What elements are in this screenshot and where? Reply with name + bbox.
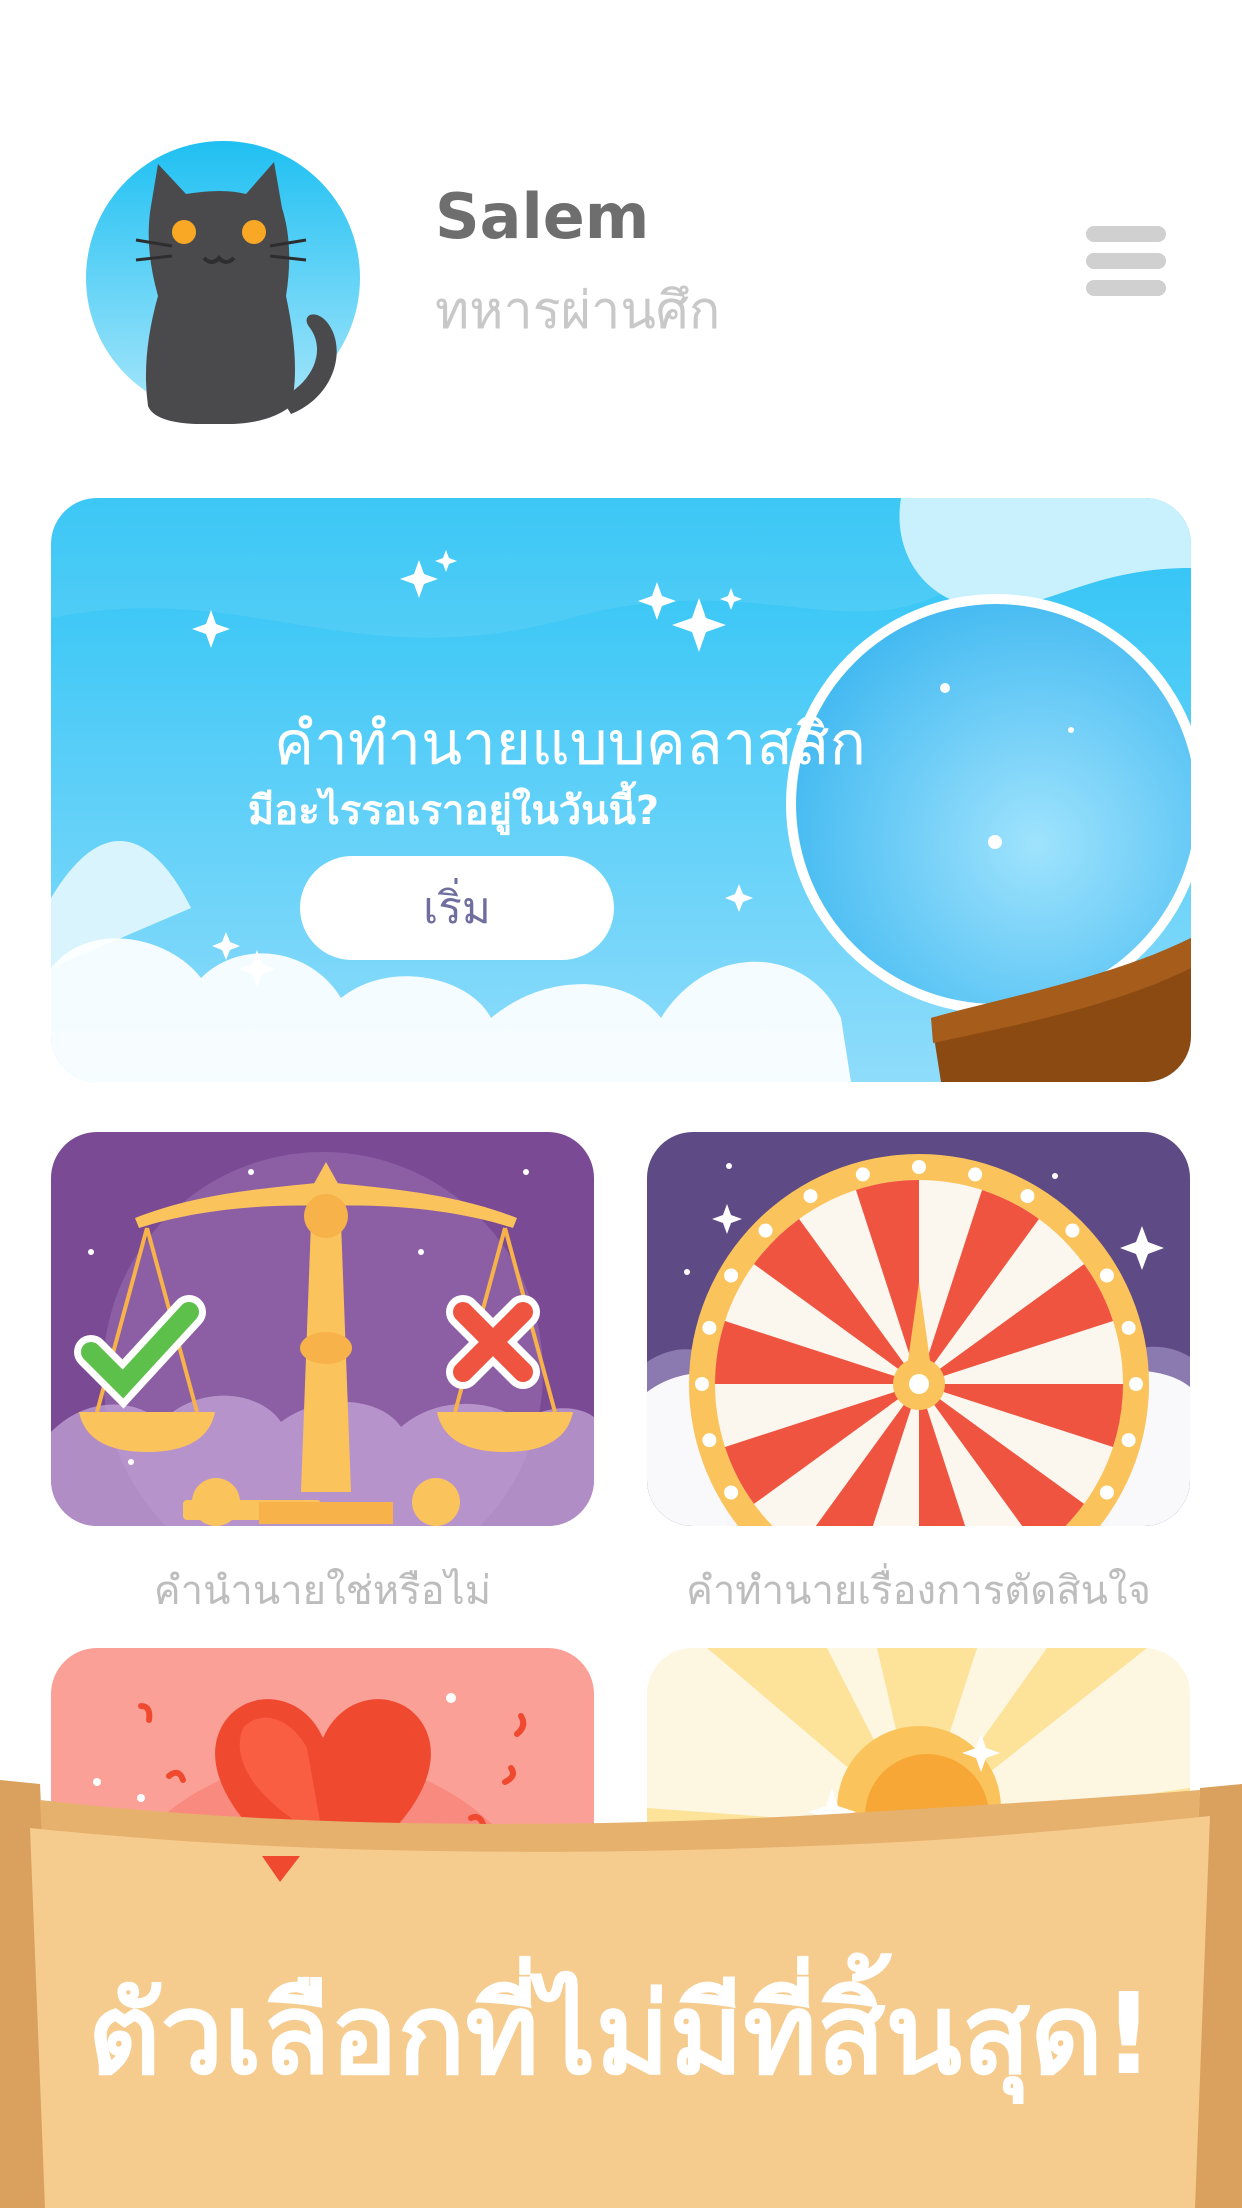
user-name: Salem — [435, 180, 650, 253]
fortune-wheel-icon — [647, 1132, 1190, 1526]
user-rank: ทหารผ่านศึก — [435, 281, 721, 341]
wheel-rim-dot — [702, 1433, 717, 1448]
classic-card-title: คำทำนายแบบคลาสสิก — [274, 709, 866, 779]
yes-no-card-label: คำนำนายใช่หรือไม่ — [153, 1568, 492, 1614]
classic-card-subtitle: มีอะไรรอเราอยู่ในวันนี้? — [247, 788, 660, 834]
decision-card-label: คำทำนายเรื่องการตัดสินใจ — [686, 1568, 1151, 1614]
wheel-rim-dot — [1121, 1433, 1136, 1448]
menu-button[interactable] — [1086, 226, 1166, 296]
wheel-rim-dot — [912, 1160, 926, 1174]
decision-wheel-card[interactable] — [647, 1132, 1190, 1526]
scales-icon — [51, 1132, 594, 1526]
wheel-rim-dot — [758, 1223, 773, 1238]
yes-no-fortune-card[interactable] — [51, 1132, 594, 1526]
wheel-rim-dot — [702, 1320, 717, 1335]
wheel-rim-dot — [1020, 1189, 1035, 1204]
wheel-rim-dot — [968, 1167, 983, 1182]
wheel-rim-dot — [695, 1377, 709, 1391]
promo-text: ตัวเลือกที่ไม่มีที่สิ้นสุด! — [87, 1970, 1155, 2100]
wheel-rim-dot — [724, 1268, 739, 1283]
wheel-rim-dot — [855, 1167, 870, 1182]
black-cat-icon — [86, 141, 360, 425]
wheel-rim-dot — [803, 1189, 818, 1204]
avatar[interactable] — [86, 136, 360, 425]
start-button[interactable]: เริ่ม — [300, 856, 614, 960]
wheel-rim-dot — [1129, 1377, 1143, 1391]
wheel-rim-dot — [1065, 1223, 1080, 1238]
wheel-rim-dot — [1121, 1320, 1136, 1335]
wheel-rim-dot — [1099, 1268, 1114, 1283]
wheel-rim-dot — [724, 1485, 739, 1500]
wheel-rim-dot — [1099, 1485, 1114, 1500]
